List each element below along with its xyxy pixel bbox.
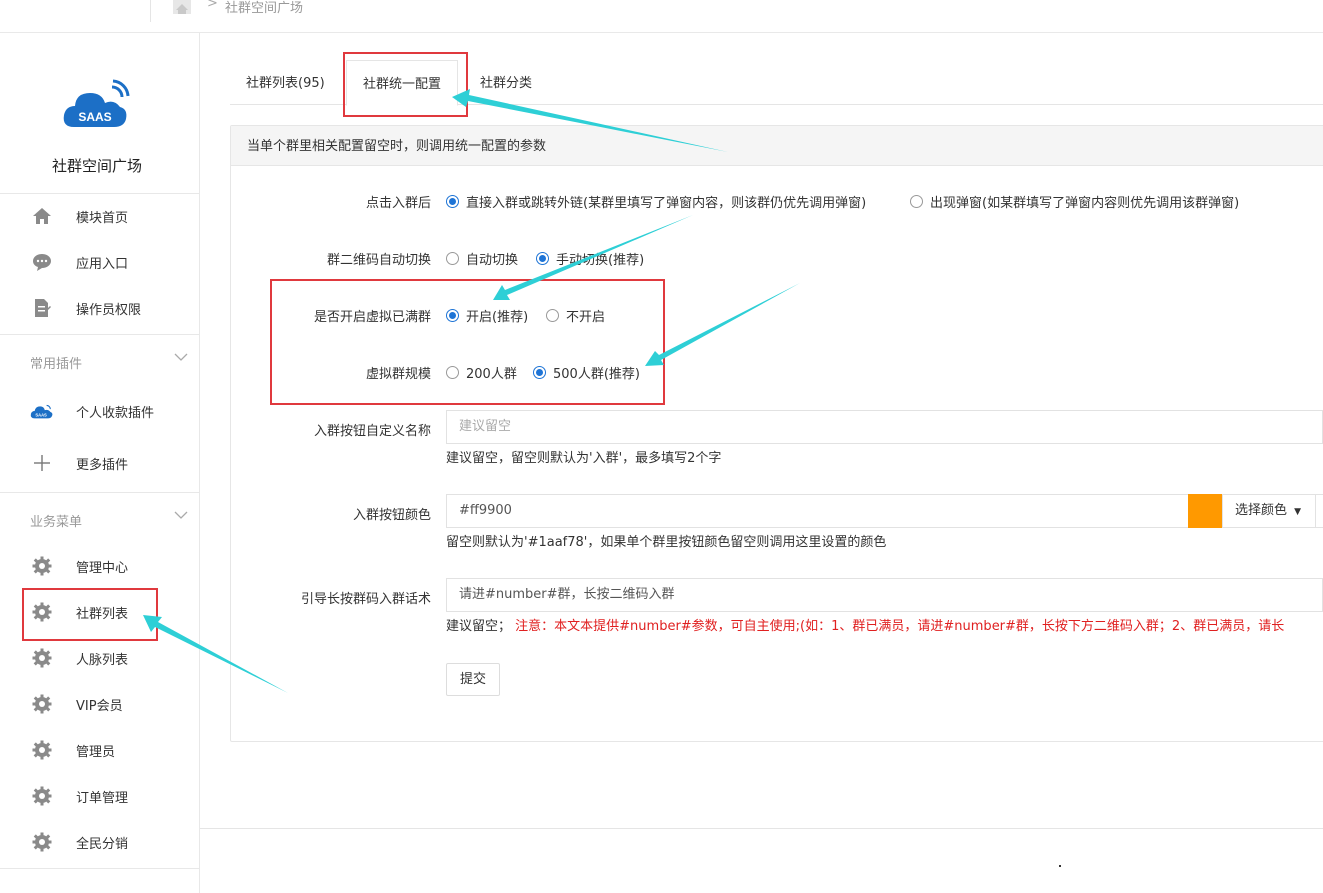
guide-text-hint-warning: 注意：本文本提供#number#参数，可自主使用;(如：1、群已满员，请进#nu… [515, 619, 1285, 634]
color-picker-button[interactable]: 选择颜色 ▼ [1222, 494, 1316, 528]
guide-text-hint-prefix: 建议留空； [446, 619, 512, 634]
tab-community-list[interactable]: 社群列表(95) [230, 60, 341, 105]
color-swatch[interactable] [1188, 494, 1222, 528]
sidebar-item-label: VIP会员 [76, 698, 123, 714]
radio-label: 出现弹窗(如某群填写了弹窗内容则优先调用该群弹窗) [930, 196, 1240, 211]
divider [0, 193, 199, 194]
guide-text-input[interactable]: 请进#number#群，长按二维码入群 [446, 578, 1323, 612]
document-edit-icon [30, 296, 54, 320]
sidebar-group-plugins[interactable]: 常用插件 [30, 353, 82, 372]
sidebar-item-module-home[interactable]: 模块首页 [0, 196, 199, 236]
sidebar-brand: 社群空间广场 [51, 157, 142, 175]
chevron-down-icon[interactable] [174, 352, 188, 362]
sidebar-item-app-entry[interactable]: 应用入口 [0, 242, 199, 282]
button-name-label: 入群按钮自定义名称 [313, 424, 431, 439]
caret-down-icon: ▼ [1294, 507, 1302, 517]
sidebar: SAAS 社群空间广场 模块首页 应用入口 操作员权限 常用插件 SAAS 个人… [0, 33, 200, 893]
divider [0, 868, 199, 869]
page: > 社群空间广场 SAAS 社群空间广场 模块首页 应用入口 操作员权限 常用插… [0, 0, 1323, 893]
sidebar-item-label: 人脉列表 [76, 652, 129, 668]
qr-manual-switch-radio[interactable]: 手动切换(推荐) [536, 249, 644, 268]
qr-auto-switch-radio[interactable]: 自动切换 [446, 249, 518, 268]
sidebar-item-label: 操作员权限 [76, 302, 142, 318]
radio-label: 自动切换 [466, 253, 519, 268]
svg-text:SAAS: SAAS [35, 413, 47, 418]
sidebar-item-contacts-list[interactable]: 人脉列表 [0, 638, 199, 678]
sidebar-item-label: 应用入口 [76, 256, 129, 272]
color-picker-label: 选择颜色 [1235, 503, 1288, 518]
gear-icon [30, 830, 54, 854]
sidebar-item-distribution[interactable]: 全民分销 [0, 822, 199, 862]
divider [200, 828, 1323, 829]
button-color-hint: 留空则默认为'#1aaf78'，如果单个群里按钮颜色留空则调用这里设置的颜色 [446, 535, 887, 550]
sidebar-item-vip-members[interactable]: VIP会员 [0, 684, 199, 724]
home-icon [30, 204, 54, 228]
annotation-highlight-box [22, 588, 158, 641]
sidebar-item-label: 管理中心 [76, 560, 129, 576]
guide-text-hint: 建议留空； 注意：本文本提供#number#参数，可自主使用;(如：1、群已满员… [446, 615, 1284, 634]
sidebar-item-administrators[interactable]: 管理员 [0, 730, 199, 770]
gear-icon [30, 738, 54, 762]
chevron-down-icon[interactable] [174, 510, 188, 520]
qr-switch-label: 群二维码自动切换 [326, 253, 431, 268]
radio-label: 直接入群或跳转外链(某群里填写了弹窗内容，则该群仍优先调用弹窗) [466, 196, 867, 211]
tab-community-category[interactable]: 社群分类 [464, 60, 548, 105]
sidebar-item-label: 更多插件 [76, 457, 129, 473]
button-color-input[interactable]: #ff9900 [446, 494, 1189, 528]
gear-icon [30, 554, 54, 578]
color-picker-edge [1315, 494, 1323, 528]
gear-icon [30, 692, 54, 716]
sidebar-item-more-plugins[interactable]: 更多插件 [0, 443, 199, 483]
click-join-popup-radio[interactable]: 出现弹窗(如某群填写了弹窗内容则优先调用该群弹窗) [910, 192, 1239, 211]
gear-icon [30, 646, 54, 670]
divider [150, 0, 151, 22]
top-bar: > 社群空间广场 [0, 0, 1323, 33]
plus-icon [30, 451, 54, 475]
radio-checked-icon [446, 195, 459, 208]
sidebar-item-label: 模块首页 [76, 210, 129, 226]
breadcrumb-current[interactable]: 社群空间广场 [225, 0, 303, 16]
radio-unchecked-icon [446, 252, 459, 265]
svg-text:SAAS: SAAS [78, 110, 111, 124]
panel-header: 当单个群里相关配置留空时，则调用统一配置的参数 [231, 126, 1323, 166]
button-name-hint: 建议留空，留空则默认为'入群'，最多填写2个字 [446, 451, 722, 466]
radio-checked-icon [536, 252, 549, 265]
divider [0, 334, 199, 335]
radio-label: 手动切换(推荐) [556, 253, 645, 268]
saas-cloud-icon: SAAS [30, 399, 54, 423]
radio-unchecked-icon [910, 195, 923, 208]
home-icon[interactable] [172, 0, 192, 14]
breadcrumb-separator: > [207, 0, 218, 11]
click-join-direct-radio[interactable]: 直接入群或跳转外链(某群里填写了弹窗内容，则该群仍优先调用弹窗) [446, 192, 866, 211]
sidebar-item-personal-payment-plugin[interactable]: SAAS 个人收款插件 [0, 391, 199, 431]
guide-text-label: 引导长按群码入群话术 [300, 592, 431, 607]
sidebar-item-management-center[interactable]: 管理中心 [0, 546, 199, 586]
sidebar-item-label: 订单管理 [76, 790, 129, 806]
button-name-input[interactable]: 建议留空 [446, 410, 1323, 444]
gear-icon [30, 784, 54, 808]
stray-dot [1059, 865, 1061, 867]
button-color-label: 入群按钮颜色 [352, 508, 431, 523]
sidebar-item-label: 全民分销 [76, 836, 129, 852]
sidebar-item-label: 管理员 [76, 744, 116, 760]
divider [0, 492, 199, 493]
annotation-highlight-box [343, 52, 468, 117]
annotation-highlight-box [270, 279, 665, 405]
sidebar-item-order-management[interactable]: 订单管理 [0, 776, 199, 816]
chat-bubble-icon [30, 250, 54, 274]
click-join-label: 点击入群后 [365, 196, 431, 211]
saas-logo: SAAS [63, 79, 130, 127]
submit-button[interactable]: 提交 [446, 663, 500, 696]
sidebar-item-operator-permission[interactable]: 操作员权限 [0, 288, 199, 328]
sidebar-item-label: 个人收款插件 [76, 405, 155, 421]
sidebar-group-business[interactable]: 业务菜单 [30, 511, 82, 530]
